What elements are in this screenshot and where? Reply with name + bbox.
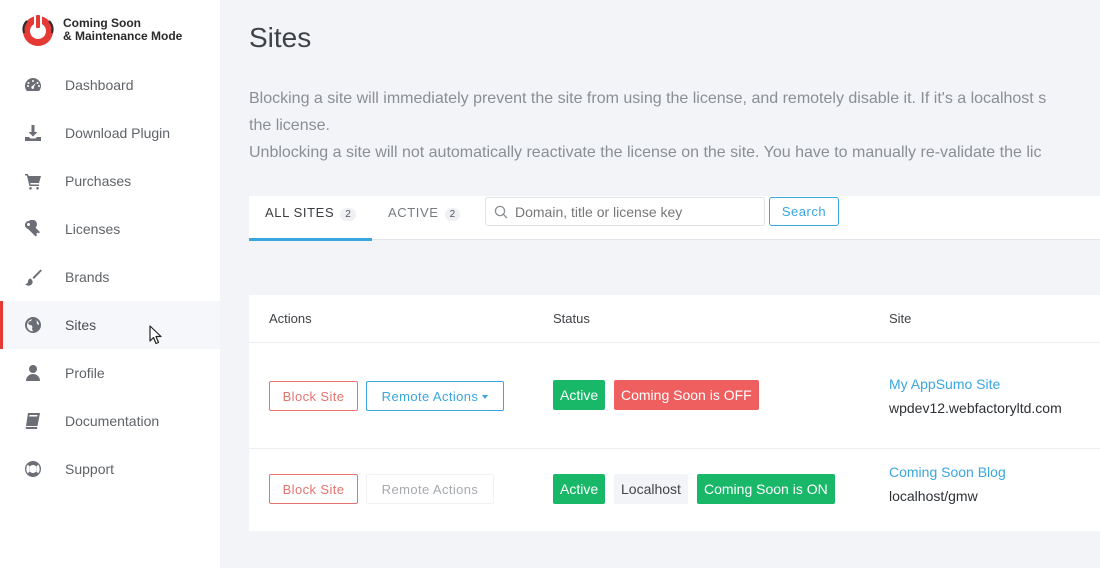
caret-down-icon [482, 395, 489, 400]
sidebar-item-purchases[interactable]: Purchases [0, 157, 220, 205]
sidebar-item-brands[interactable]: Brands [0, 253, 220, 301]
sidebar-item-download-plugin[interactable]: Download Plugin [0, 109, 220, 157]
download-icon [24, 124, 42, 142]
brush-icon [24, 268, 42, 286]
sidebar-item-label: Sites [65, 317, 97, 333]
brand-line2: & Maintenance Mode [63, 29, 183, 43]
block-site-button[interactable]: Block Site [269, 474, 358, 504]
status-badge-active: Active [553, 474, 606, 504]
site-domain: localhost/gmw [889, 488, 978, 504]
filter-bar: ALL SITES 2 ACTIVE 2 Search [249, 196, 1100, 241]
table-row: Block Site Remote Actions Active Localho… [249, 449, 1100, 531]
tab-count-badge: 2 [340, 208, 356, 221]
tab-label: ACTIVE [388, 205, 439, 220]
sidebar-item-profile[interactable]: Profile [0, 349, 220, 397]
sidebar-item-label: Download Plugin [65, 125, 171, 141]
tab-count-badge: 2 [444, 208, 461, 221]
sidebar-item-label: Purchases [65, 173, 132, 189]
power-logo-icon [22, 14, 54, 46]
sidebar-item-label: Documentation [65, 413, 160, 429]
description-line: Unblocking a site will not automatically… [249, 144, 1042, 161]
table-header: Actions Status Site [249, 295, 1100, 343]
sidebar-nav: Dashboard Download Plugin Purchases Lice… [0, 61, 220, 493]
status-badge-localhost: Localhost [614, 474, 688, 504]
sidebar-item-label: Licenses [65, 221, 121, 237]
description-line: Blocking a site will immediately prevent… [249, 90, 1047, 107]
column-header-status: Status [553, 311, 590, 326]
lifebuoy-icon [24, 460, 42, 478]
tab-active[interactable]: ACTIVE 2 [388, 196, 461, 240]
sidebar-item-licenses[interactable]: Licenses [0, 205, 220, 253]
mouse-cursor-icon [149, 325, 162, 345]
site-title-link[interactable]: Coming Soon Blog [889, 464, 1006, 480]
dashboard-icon [24, 76, 42, 94]
sidebar-item-label: Support [65, 461, 115, 477]
user-icon [24, 364, 42, 382]
page-description: Blocking a site will immediately prevent… [249, 85, 1100, 166]
sites-table: Actions Status Site Block Site Remote Ac… [249, 295, 1100, 531]
remote-actions-dropdown[interactable]: Remote Actions [366, 381, 504, 411]
sidebar-item-label: Brands [65, 269, 110, 285]
column-header-site: Site [889, 311, 912, 326]
status-badge-active: Active [553, 380, 606, 410]
key-icon [24, 219, 42, 238]
search-field[interactable] [485, 197, 765, 226]
main-content: Sites Blocking a site will immediately p… [220, 0, 1100, 568]
sidebar-item-label: Profile [65, 365, 105, 381]
tab-label: ALL SITES [265, 205, 335, 220]
page-title: Sites [249, 22, 312, 53]
sidebar: Coming Soon & Maintenance Mode Dashboard… [0, 0, 220, 568]
status-badge-coming-soon: Coming Soon is OFF [614, 380, 759, 410]
tab-all-sites[interactable]: ALL SITES 2 [249, 196, 372, 241]
search-icon [494, 205, 508, 219]
sidebar-item-sites[interactable]: Sites [0, 301, 220, 349]
status-badge-coming-soon: Coming Soon is ON [697, 474, 835, 504]
remote-actions-label: Remote Actions [381, 388, 479, 404]
description-line: the license. [249, 117, 330, 134]
cart-icon [24, 172, 42, 190]
site-domain: wpdev12.webfactoryltd.com [889, 400, 1062, 416]
search-input[interactable] [515, 201, 755, 223]
block-site-button[interactable]: Block Site [269, 381, 358, 411]
remote-actions-button-disabled: Remote Actions [366, 474, 494, 504]
globe-icon [24, 316, 42, 334]
sidebar-item-dashboard[interactable]: Dashboard [0, 61, 220, 109]
sidebar-item-label: Dashboard [65, 77, 134, 93]
sidebar-item-support[interactable]: Support [0, 445, 220, 493]
site-title-link[interactable]: My AppSumo Site [889, 376, 1000, 392]
brand-name: Coming Soon & Maintenance Mode [63, 17, 182, 43]
table-row: Block Site Remote Actions Active Coming … [249, 344, 1100, 449]
column-header-actions: Actions [269, 311, 312, 326]
brand-logo[interactable]: Coming Soon & Maintenance Mode [18, 12, 182, 48]
search-button[interactable]: Search [769, 197, 839, 226]
book-icon [24, 412, 42, 430]
sidebar-item-documentation[interactable]: Documentation [0, 397, 220, 445]
